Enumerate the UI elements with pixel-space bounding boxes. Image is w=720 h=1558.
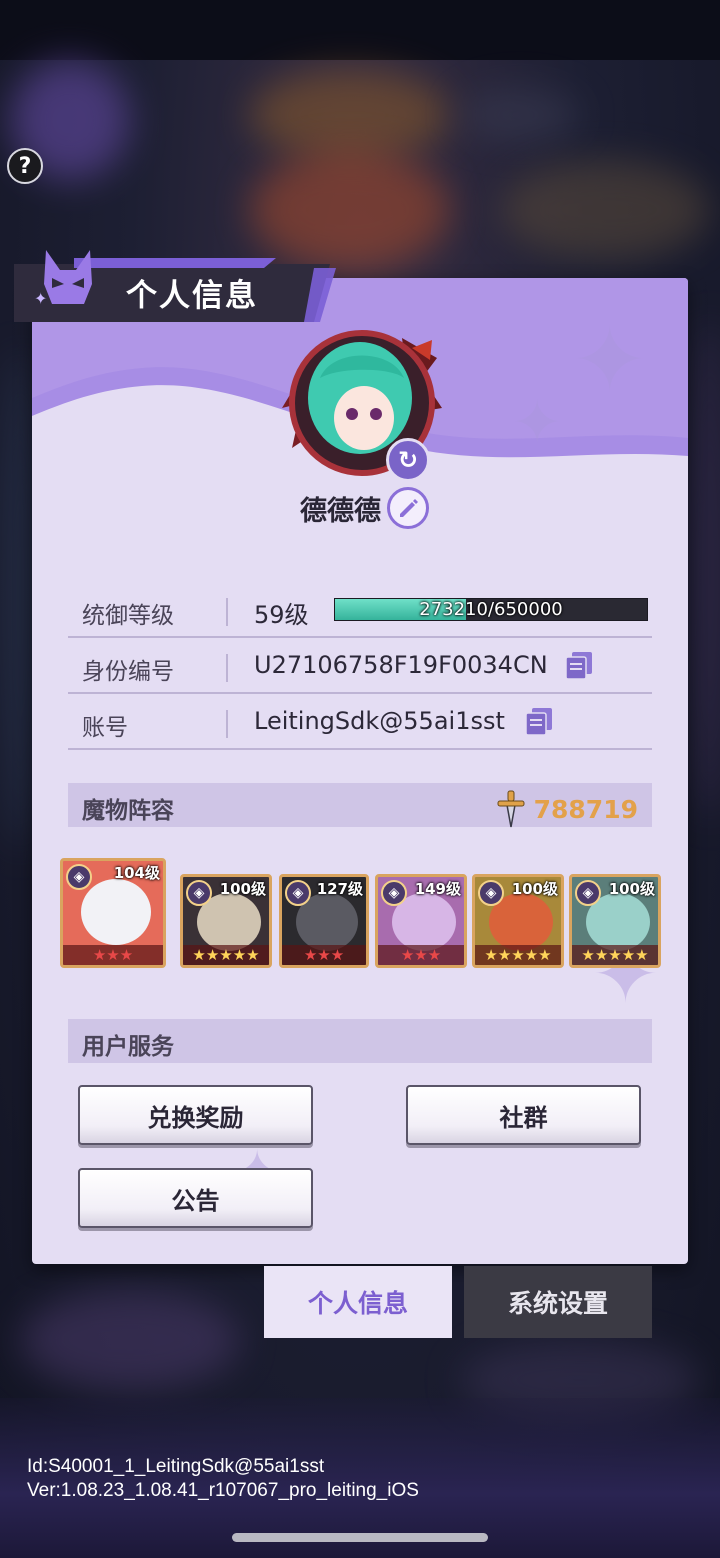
hero-level: 100级: [511, 880, 558, 898]
hero-level: 104级: [113, 864, 160, 882]
pencil-icon: [400, 499, 418, 517]
id-value: U27106758F19F0034CN: [254, 651, 548, 679]
divider: [226, 598, 228, 626]
id-label: 身份编号: [82, 659, 174, 685]
hero-stars: ★★★: [378, 945, 464, 965]
hero-stars: ★★★★★: [183, 945, 269, 965]
community-button[interactable]: 社群: [406, 1085, 641, 1145]
combat-power: 788719: [494, 789, 638, 829]
hero-card[interactable]: ◈ 127级 ★★★: [279, 874, 369, 968]
level-label: 统御等级: [82, 603, 174, 629]
divider: [226, 710, 228, 738]
account-label: 账号: [82, 715, 128, 741]
notice-button[interactable]: 公告: [78, 1168, 313, 1228]
tab-profile[interactable]: 个人信息: [264, 1266, 452, 1338]
hero-class-icon: ◈: [186, 880, 212, 906]
footer-id: Id:S40001_1_LeitingSdk@55ai1sst: [27, 1456, 325, 1477]
nickname-row: 德德德: [300, 486, 429, 530]
hero-level: 100级: [219, 880, 266, 898]
tab-settings[interactable]: 系统设置: [464, 1266, 652, 1338]
lineup-title: 魔物阵容: [82, 798, 174, 824]
redeem-reward-button[interactable]: 兑换奖励: [78, 1085, 313, 1145]
account-row: 账号 LeitingSdk@55ai1sst: [68, 696, 652, 750]
hero-level: 100级: [608, 880, 655, 898]
service-header: 用户服务: [68, 1019, 652, 1063]
status-bar-area: [0, 0, 720, 60]
copy-id-icon[interactable]: [564, 650, 594, 680]
level-value: 59级: [254, 601, 309, 629]
hero-class-icon: ◈: [478, 880, 504, 906]
hero-class-icon: ◈: [575, 880, 601, 906]
home-indicator[interactable]: [232, 1533, 488, 1542]
footer-version: Ver:1.08.23_1.08.41_r107067_pro_leiting_…: [27, 1480, 419, 1501]
copy-account-icon[interactable]: [524, 706, 554, 736]
hero-card[interactable]: ◈ 100级 ★★★★★: [180, 874, 272, 968]
hero-level: 149级: [414, 880, 461, 898]
hero-card[interactable]: ◈ 100级 ★★★★★: [569, 874, 661, 968]
divider: [226, 654, 228, 682]
hero-card[interactable]: ◈ 149级 ★★★: [375, 874, 467, 968]
lineup-header: 魔物阵容 788719: [68, 783, 652, 829]
sword-power-icon: [497, 790, 525, 828]
hero-class-icon: ◈: [285, 880, 311, 906]
xp-progress-bar: 273210/650000: [334, 598, 648, 621]
cat-logo-icon: ✦: [34, 250, 92, 308]
panel-title: 个人信息: [126, 278, 258, 314]
help-button[interactable]: ?: [7, 148, 43, 184]
question-icon: ?: [18, 153, 32, 179]
refresh-icon[interactable]: ↻: [386, 438, 430, 482]
hero-class-icon: ◈: [381, 880, 407, 906]
service-title: 用户服务: [82, 1034, 174, 1060]
xp-progress-text: 273210/650000: [419, 599, 563, 620]
hero-stars: ★★★★★: [572, 945, 658, 965]
svg-text:✦: ✦: [34, 289, 47, 308]
hero-portrait: [81, 879, 151, 945]
hero-stars: ★★★: [63, 945, 163, 965]
hero-card[interactable]: ◈ 100级 ★★★★★: [472, 874, 564, 968]
nickname: 德德德: [300, 495, 381, 527]
hero-stars: ★★★: [282, 945, 366, 965]
hero-level: 127级: [316, 880, 363, 898]
hero-class-icon: ◈: [66, 864, 92, 890]
avatar[interactable]: ↻: [272, 318, 452, 488]
hero-card[interactable]: ◈ 104级 ★★★: [60, 858, 166, 968]
edit-name-button[interactable]: [387, 487, 429, 529]
power-value: 788719: [533, 794, 638, 824]
account-value: LeitingSdk@55ai1sst: [254, 707, 505, 735]
hero-stars: ★★★★★: [475, 945, 561, 965]
